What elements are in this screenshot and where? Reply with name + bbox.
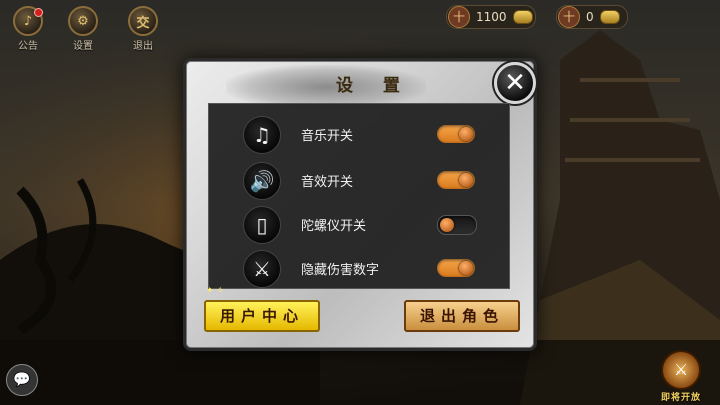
settings-row-sound: 🔊 音效开关 [209,156,509,202]
toggle-knob [459,173,473,187]
sound-toggle[interactable] [437,171,475,189]
sword-emblem-icon: ⚔ [661,350,701,390]
settings-list: ♫ 音乐开关 🔊 音效开关 ▯ 陀螺仪开关 ⚔ 隐藏伤害数字 [208,103,510,289]
chat-button[interactable]: 💬 [6,364,38,396]
toggle-knob [459,261,473,275]
damage-numbers-toggle-label: 隐藏伤害数字 [301,263,380,278]
gyroscope-toggle-label: 陀螺仪开关 [301,219,367,234]
damage-numbers-toggle[interactable] [437,259,475,277]
gem-coin-icon [599,10,620,24]
speaker-icon: 🔊 [243,162,281,200]
dialog-title: 设 置 [336,76,412,96]
toggle-knob [440,218,454,232]
gold-currency: 十 1100 [446,5,536,29]
chat-bubble-icon: 💬 [13,372,31,388]
notification-badge [34,8,43,17]
crossed-swords-icon: ⚔ [243,250,281,288]
gyroscope-phone-icon: ▯ [243,206,281,244]
close-icon: ✕ [504,68,526,98]
user-center-button[interactable]: 用户中心 [204,300,320,332]
announcement-label: 公告 [18,41,38,52]
announcement-button[interactable]: ♪ 公告 [10,6,46,52]
sparkle-decoration: ✦ ✧ [206,286,224,296]
close-button[interactable]: ✕ [494,62,536,104]
exit-label: 退出 [133,41,153,52]
gem-add-icon[interactable]: 十 [558,6,580,28]
gem-amount: 0 [586,10,594,24]
settings-button[interactable]: ⚙ 设置 [65,6,101,52]
exit-role-button[interactable]: 退出角色 [404,300,520,332]
gold-coin-icon [512,10,533,24]
settings-row-music: ♫ 音乐开关 [209,110,509,156]
sound-toggle-label: 音效开关 [301,175,354,190]
gyroscope-toggle[interactable] [437,215,477,235]
coming-soon-badge[interactable]: ⚔ 即将开放 [650,350,712,403]
toggle-knob [459,127,473,141]
coming-soon-label: 即将开放 [660,393,701,403]
settings-row-gyroscope: ▯ 陀螺仪开关 [209,200,509,246]
settings-row-damage-numbers: ⚔ 隐藏伤害数字 [209,244,509,290]
gold-add-icon[interactable]: 十 [448,6,470,28]
music-note-icon: ♫ [243,116,281,154]
exit-button[interactable]: 交 退出 [125,6,161,52]
music-toggle-label: 音乐开关 [301,129,354,144]
exit-icon: 交 [128,6,158,36]
gold-amount: 1100 [476,10,507,24]
gear-icon: ⚙ [68,6,98,36]
settings-label: 设置 [73,41,93,52]
music-toggle[interactable] [437,125,475,143]
gem-currency: 十 0 [556,5,628,29]
